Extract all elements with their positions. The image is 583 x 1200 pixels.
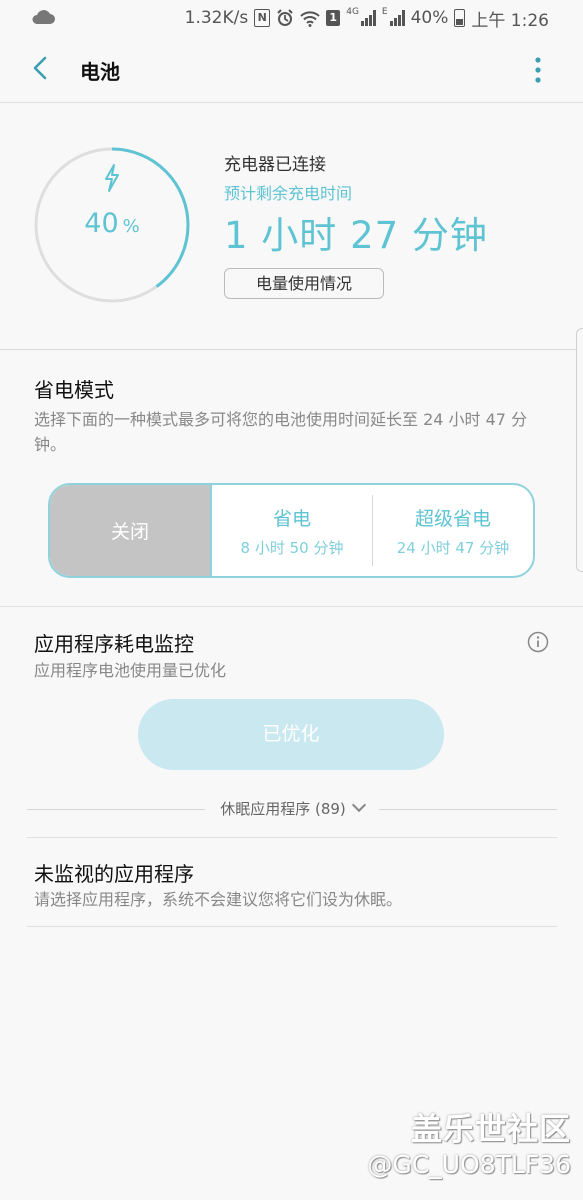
- power-mode-description: 选择下面的一种模式最多可将您的电池使用时间延长至 24 小时 47 分钟。: [34, 410, 528, 454]
- watermark-user: @GC_UO8TLF36: [367, 1150, 571, 1179]
- nfc-icon: N: [254, 9, 271, 27]
- power-mode-selector: 关闭 省电 8 小时 50 分钟 超级省电 24 小时 47 分钟: [48, 483, 535, 578]
- signal-icon-2: [389, 10, 405, 26]
- power-mode-max[interactable]: 超级省电 24 小时 47 分钟: [373, 485, 533, 576]
- power-mode-max-label: 超级省电: [414, 507, 491, 530]
- network-type-4g: 4G: [346, 7, 359, 17]
- network-type-e: E: [381, 7, 388, 17]
- battery-icon: [454, 9, 466, 27]
- network-speed: 1.32K/s: [184, 8, 249, 28]
- sleep-divider-left: [27, 809, 205, 810]
- sleeping-apps-label: 休眠应用程序 (89): [220, 800, 346, 818]
- power-mode-mid[interactable]: 省电 8 小时 50 分钟: [212, 485, 372, 576]
- battery-percent-unit: %: [122, 216, 140, 237]
- battery-percent-status: 40%: [410, 8, 449, 28]
- status-bar: 1.32K/s N 1 4G E 40% 上午 1:26: [0, 0, 583, 36]
- chevron-down-icon: [351, 797, 366, 813]
- unmonitored-apps-description: 请选择应用程序，系统不会建议您将它们设为休眠。: [34, 890, 403, 909]
- list-divider-2: [27, 926, 557, 927]
- charge-time-label: 预计剩余充电时间: [224, 184, 353, 203]
- back-arrow-icon[interactable]: [26, 50, 56, 86]
- app-monitor-title: 应用程序耗电监控: [34, 632, 194, 656]
- unmonitored-apps-title[interactable]: 未监视的应用程序: [34, 858, 194, 887]
- alarm-icon: [277, 9, 293, 26]
- charging-bolt-icon: [105, 164, 119, 192]
- status-right: 1.32K/s N 1 4G E 40% 上午 1:26: [184, 7, 549, 31]
- sleep-divider-right: [379, 809, 557, 810]
- power-mode-mid-time: 8 小时 50 分钟: [240, 538, 344, 557]
- sleeping-apps-toggle[interactable]: 休眠应用程序 (89): [200, 797, 384, 819]
- power-mode-off[interactable]: 关闭: [50, 485, 212, 576]
- battery-percent-number: 40: [84, 208, 119, 239]
- app-monitor-description: 应用程序电池使用量已优化: [34, 661, 227, 680]
- edge-panel-handle[interactable]: [576, 328, 583, 572]
- page-title: 电池: [80, 60, 120, 84]
- section-divider-2: [0, 606, 583, 607]
- sim-1-icon: 1: [326, 10, 341, 26]
- signal-icon: [360, 10, 376, 26]
- more-options-icon[interactable]: [524, 52, 552, 88]
- charger-status: 充电器已连接: [224, 155, 326, 175]
- power-mode-title: 省电模式: [34, 378, 114, 402]
- app-bar: 电池: [0, 36, 583, 103]
- watermark-title: 盖乐世社区: [411, 1112, 571, 1148]
- power-mode-max-time: 24 小时 47 分钟: [396, 538, 510, 557]
- clock: 上午 1:26: [471, 10, 549, 31]
- battery-percent: 40%: [33, 208, 191, 239]
- charge-time-value: 1 小时 27 分钟: [224, 214, 488, 257]
- wifi-icon: [300, 11, 320, 27]
- power-mode-mid-label: 省电: [272, 507, 311, 530]
- section-divider: [0, 349, 583, 350]
- info-icon[interactable]: [527, 631, 549, 653]
- battery-usage-button[interactable]: 电量使用情况: [224, 268, 384, 299]
- weather-cloud-icon: [32, 10, 55, 24]
- list-divider: [27, 837, 557, 838]
- optimized-button[interactable]: 已优化: [138, 699, 444, 770]
